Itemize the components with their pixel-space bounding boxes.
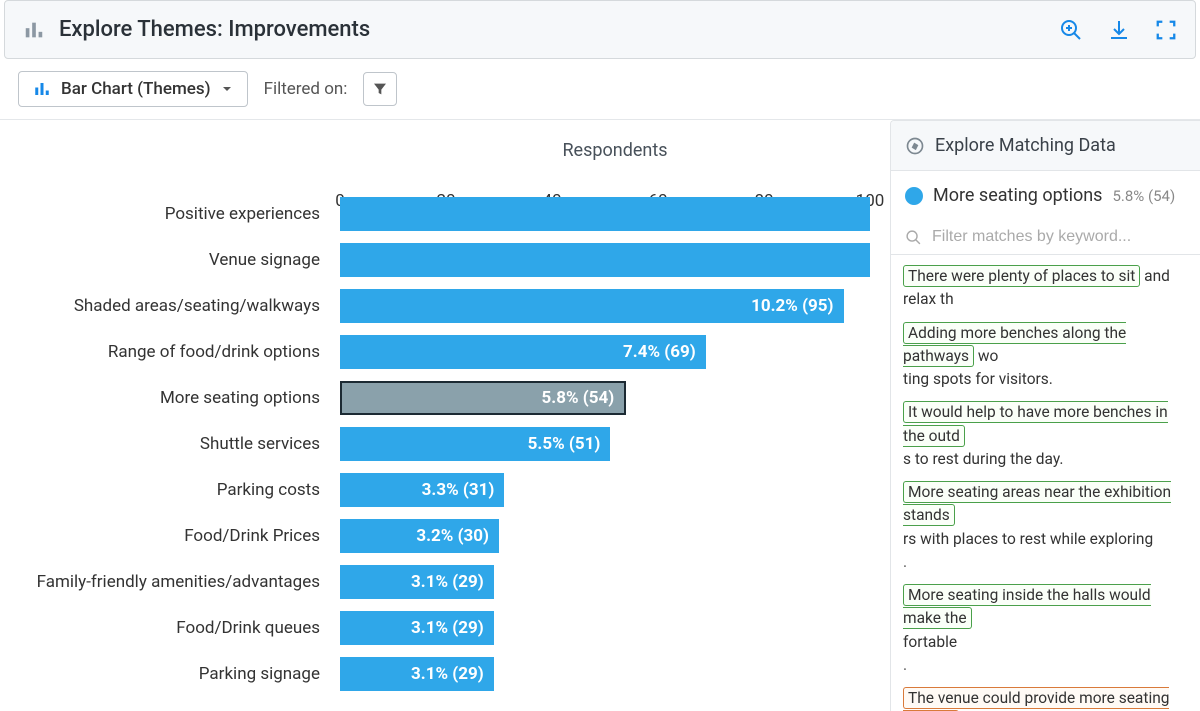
bar-rect[interactable]: [340, 243, 870, 277]
bars-container: Positive experiencesVenue signageShaded …: [340, 191, 890, 697]
toolbar: Bar Chart (Themes) Filtered on:: [0, 59, 1200, 120]
match-item[interactable]: Adding more benches along the pathways w…: [903, 322, 1188, 392]
fullscreen-icon[interactable]: [1155, 19, 1177, 41]
bar-rect[interactable]: 3.1% (29): [340, 565, 494, 599]
bar-rect[interactable]: 10.2% (95): [340, 289, 844, 323]
explore-icon: [905, 136, 925, 156]
selected-theme-name: More seating options: [933, 185, 1102, 206]
selected-theme-stat: 5.8% (54): [1112, 187, 1175, 205]
filter-button[interactable]: [363, 72, 397, 106]
bar-row[interactable]: Positive experiences: [340, 191, 890, 237]
bar-row[interactable]: Venue signage: [340, 237, 890, 283]
match-highlight: More seating areas near the exhibition s…: [903, 481, 1171, 526]
match-highlight: It would help to have more benches in th…: [903, 401, 1168, 446]
match-item[interactable]: The venue could provide more seating for…: [903, 687, 1188, 711]
bar-rect[interactable]: 5.8% (54): [340, 381, 626, 415]
side-panel-header: Explore Matching Data: [891, 121, 1200, 171]
side-panel: Explore Matching Data More seating optio…: [890, 120, 1200, 711]
bar-row[interactable]: Parking signage3.1% (29): [340, 651, 890, 697]
bar-category-label: Family-friendly amenities/advantages: [0, 572, 330, 592]
chart-area: Respondents 020406080100 Positive experi…: [0, 120, 890, 711]
zoom-in-icon[interactable]: [1059, 18, 1083, 42]
match-highlight: The venue could provide more seating for…: [903, 687, 1169, 711]
filter-input[interactable]: [932, 228, 1186, 246]
bar-category-label: Parking signage: [0, 664, 330, 684]
bar-category-label: Positive experiences: [0, 204, 330, 224]
bar-row[interactable]: Shaded areas/seating/walkways10.2% (95): [340, 283, 890, 329]
selected-theme: More seating options 5.8% (54): [891, 171, 1200, 220]
bar-row[interactable]: Shuttle services5.5% (51): [340, 421, 890, 467]
bar-category-label: Shuttle services: [0, 434, 330, 454]
bar-rect[interactable]: 5.5% (51): [340, 427, 610, 461]
match-item[interactable]: More seating inside the halls would make…: [903, 584, 1188, 677]
search-icon: [905, 229, 922, 246]
bar-category-label: Food/Drink Prices: [0, 526, 330, 546]
bar-row[interactable]: Range of food/drink options7.4% (69): [340, 329, 890, 375]
bar-rect[interactable]: 3.1% (29): [340, 657, 494, 691]
download-icon[interactable]: [1107, 18, 1131, 42]
bar-category-label: Food/Drink queues: [0, 618, 330, 638]
bar-rect[interactable]: [340, 197, 870, 231]
side-panel-title: Explore Matching Data: [935, 135, 1116, 156]
bar-rect[interactable]: 3.1% (29): [340, 611, 494, 645]
bar-row[interactable]: More seating options5.8% (54): [340, 375, 890, 421]
match-highlight: There were plenty of places to sit: [903, 265, 1140, 287]
theme-color-dot: [905, 187, 923, 205]
bar-category-label: More seating options: [0, 388, 330, 408]
bar-rect[interactable]: 3.2% (30): [340, 519, 499, 553]
bar-row[interactable]: Food/Drink Prices3.2% (30): [340, 513, 890, 559]
match-item[interactable]: There were plenty of places to sit and r…: [903, 265, 1188, 312]
bar-row[interactable]: Family-friendly amenities/advantages3.1%…: [340, 559, 890, 605]
page-header: Explore Themes: Improvements: [4, 0, 1196, 59]
filter-search: [891, 220, 1200, 255]
chart-type-dropdown[interactable]: Bar Chart (Themes): [18, 71, 248, 107]
bar-rect[interactable]: 7.4% (69): [340, 335, 706, 369]
match-item[interactable]: It would help to have more benches in th…: [903, 401, 1188, 471]
filtered-on-label: Filtered on:: [264, 79, 348, 99]
page-title: Explore Themes: Improvements: [59, 17, 370, 42]
bar-chart-icon: [23, 19, 45, 41]
chart-title: Respondents: [340, 140, 890, 161]
match-item[interactable]: More seating areas near the exhibition s…: [903, 481, 1188, 574]
bar-row[interactable]: Food/Drink queues3.1% (29): [340, 605, 890, 651]
bar-rect[interactable]: 3.3% (31): [340, 473, 504, 507]
matches-list: There were plenty of places to sit and r…: [891, 255, 1200, 711]
bar-category-label: Parking costs: [0, 480, 330, 500]
match-highlight: Adding more benches along the pathways: [903, 322, 1126, 367]
match-highlight: More seating inside the halls would make…: [903, 584, 1151, 629]
bar-row[interactable]: Parking costs3.3% (31): [340, 467, 890, 513]
bar-chart-icon: [33, 80, 51, 98]
bar-category-label: Venue signage: [0, 250, 330, 270]
bar-category-label: Range of food/drink options: [0, 342, 330, 362]
chevron-down-icon: [221, 83, 233, 95]
chart-type-label: Bar Chart (Themes): [61, 79, 211, 99]
bar-category-label: Shaded areas/seating/walkways: [0, 296, 330, 316]
